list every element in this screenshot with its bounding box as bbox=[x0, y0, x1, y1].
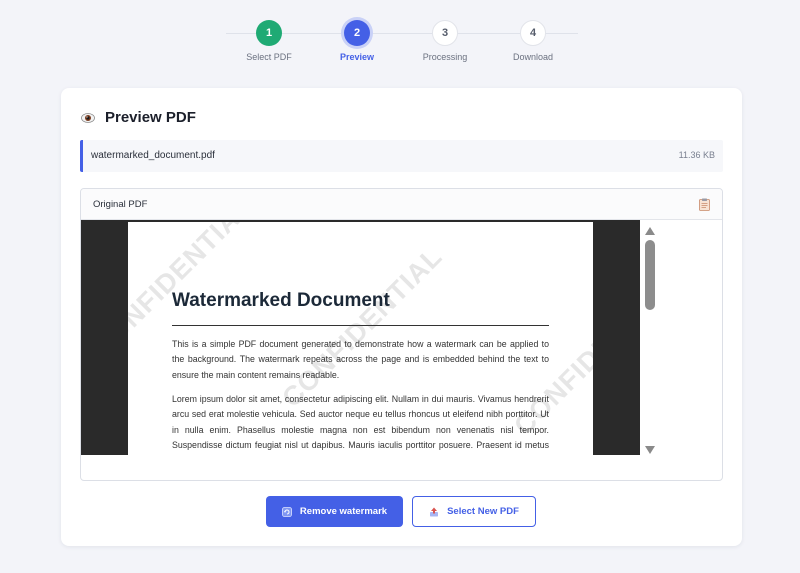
viewer-header: Original PDF bbox=[81, 189, 722, 220]
pdf-page: CONFIDENTIAL CONFIDENTIAL CONFIDENTIAL W… bbox=[128, 222, 593, 455]
document-paragraph: This is a simple PDF document generated … bbox=[172, 339, 549, 380]
page-title: Preview PDF bbox=[105, 109, 196, 126]
step-processing: 3 Processing bbox=[400, 20, 490, 62]
eye-icon bbox=[81, 111, 95, 125]
remove-watermark-button[interactable]: Remove watermark bbox=[266, 496, 403, 527]
file-info-bar: watermarked_document.pdf 11.36 KB bbox=[80, 140, 723, 172]
file-name: watermarked_document.pdf bbox=[91, 150, 215, 161]
card-header: Preview PDF bbox=[81, 109, 196, 126]
pdf-canvas[interactable]: CONFIDENTIAL CONFIDENTIAL CONFIDENTIAL W… bbox=[81, 220, 640, 455]
step-label: Processing bbox=[422, 52, 468, 62]
step-number: 3 bbox=[432, 20, 458, 46]
step-download: 4 Download bbox=[488, 20, 578, 62]
pdf-viewer: Original PDF CONFIDENTIAL CONFIDENTIAL C… bbox=[80, 188, 723, 481]
step-number: 2 bbox=[344, 20, 370, 46]
preview-card: Preview PDF watermarked_document.pdf 11.… bbox=[61, 88, 742, 546]
step-number: 1 bbox=[256, 20, 282, 46]
step-number: 4 bbox=[520, 20, 546, 46]
scroll-down-arrow-icon[interactable] bbox=[644, 442, 656, 454]
document-heading: Watermarked Document bbox=[172, 290, 390, 311]
document-paragraph: Lorem ipsum dolor sit amet, consectetur … bbox=[172, 394, 549, 451]
scroll-up-arrow-icon[interactable] bbox=[644, 223, 656, 235]
select-new-pdf-button[interactable]: Select New PDF bbox=[412, 496, 536, 527]
viewer-scrollbar[interactable] bbox=[640, 220, 660, 455]
scroll-thumb[interactable] bbox=[645, 240, 655, 310]
step-select-pdf: 1 Select PDF bbox=[224, 20, 314, 62]
watermark-text: CONFIDENTIAL bbox=[276, 241, 449, 414]
remove-watermark-label: Remove watermark bbox=[299, 506, 388, 517]
step-preview: 2 Preview bbox=[312, 20, 402, 62]
file-size: 11.36 KB bbox=[678, 150, 715, 160]
progress-stepper: 1 Select PDF 2 Preview 3 Processing 4 Do… bbox=[0, 0, 800, 80]
step-label: Select PDF bbox=[246, 52, 292, 62]
clipboard-icon[interactable] bbox=[699, 198, 710, 211]
remove-icon bbox=[282, 506, 292, 517]
step-label: Preview bbox=[339, 52, 375, 62]
select-new-pdf-label: Select New PDF bbox=[447, 506, 519, 517]
viewer-title: Original PDF bbox=[93, 199, 148, 210]
step-label: Download bbox=[512, 52, 554, 62]
heading-rule bbox=[172, 325, 549, 326]
upload-icon bbox=[429, 507, 439, 517]
